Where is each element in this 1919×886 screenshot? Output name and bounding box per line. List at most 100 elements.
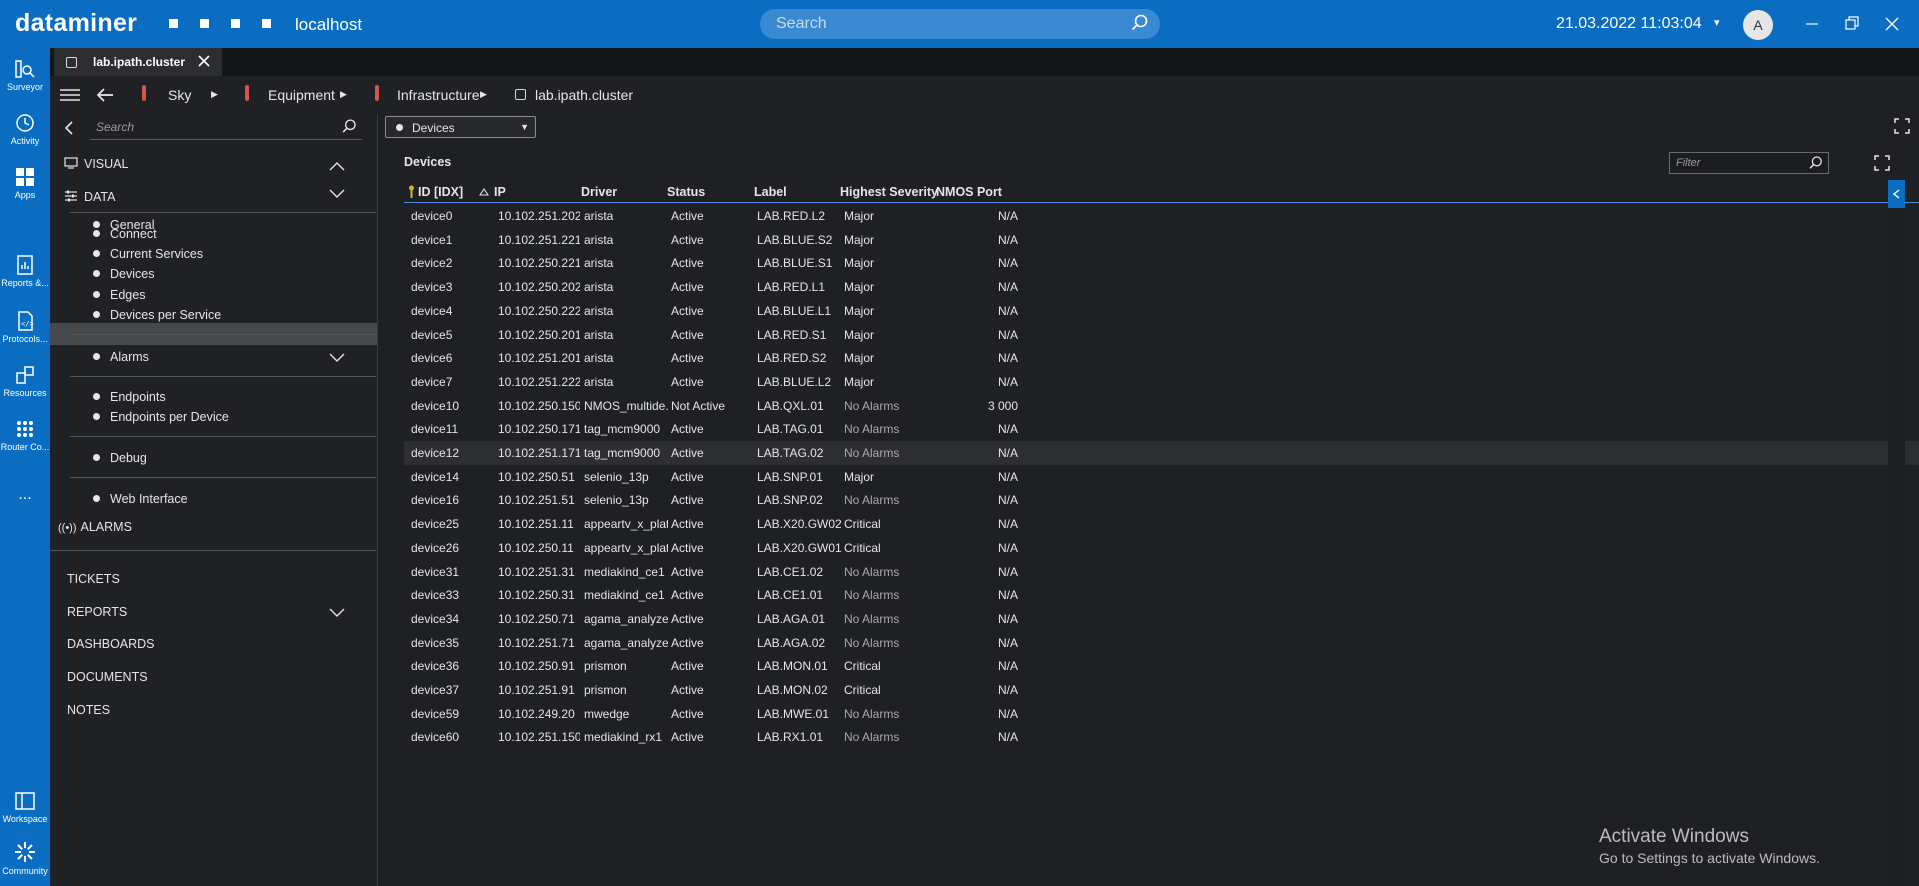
tab-lab-ipath-cluster[interactable]: lab.ipath.cluster bbox=[54, 48, 222, 76]
close-icon[interactable] bbox=[197, 54, 211, 68]
column-header-driver[interactable]: Driver bbox=[581, 185, 617, 199]
cell-ip: 10.102.251.150 bbox=[498, 730, 580, 745]
side-item-devices-per-service[interactable]: Devices per Service bbox=[93, 308, 221, 322]
side-section-dashboards[interactable]: DASHBOARDS bbox=[67, 637, 155, 651]
restore-icon[interactable] bbox=[1842, 14, 1862, 34]
close-icon[interactable] bbox=[1882, 14, 1902, 34]
table-row[interactable]: device34 10.102.250.71 agama_analyzer Activ… bbox=[404, 607, 1919, 631]
side-item-devices[interactable]: Devices bbox=[93, 267, 154, 281]
cell-id: device3 bbox=[411, 280, 453, 295]
sort-ascending-icon[interactable] bbox=[479, 188, 489, 196]
chevron-down-icon[interactable] bbox=[329, 608, 345, 618]
table-row[interactable]: device6 10.102.251.201 arista Active LAB.RED… bbox=[404, 346, 1919, 370]
table-row[interactable]: device11 10.102.250.171 tag_mcm9000 Active L… bbox=[404, 417, 1919, 441]
nav-square-icon[interactable] bbox=[169, 19, 178, 28]
hamburger-menu-icon[interactable] bbox=[60, 88, 80, 102]
breadcrumb: Sky ▶ Equipment ▶ Infrastructure ▶ lab.i… bbox=[50, 76, 1919, 114]
table-row[interactable]: device59 10.102.249.20 mwedge Active LAB.MWE… bbox=[404, 702, 1919, 726]
table-row[interactable]: device16 10.102.251.51 selenio_13p Active LA… bbox=[404, 488, 1919, 512]
rail-item-apps[interactable]: Apps bbox=[0, 166, 50, 200]
avatar[interactable]: A bbox=[1743, 10, 1773, 40]
table-row[interactable]: device36 10.102.250.91 prismon Active LAB.MO… bbox=[404, 654, 1919, 678]
search-icon[interactable] bbox=[341, 118, 358, 135]
rail-item-router-control[interactable]: Router Co... bbox=[0, 418, 50, 452]
side-item-connect[interactable]: Connect bbox=[93, 227, 157, 241]
column-header-highest-severity[interactable]: Highest Severity bbox=[840, 185, 938, 199]
rail-item-more[interactable]: ... bbox=[0, 484, 50, 504]
back-arrow-icon[interactable] bbox=[96, 87, 114, 103]
rail-item-reports[interactable]: Reports &... bbox=[0, 254, 50, 288]
side-item-endpoints[interactable]: Endpoints bbox=[93, 390, 166, 404]
column-header-ip[interactable]: IP bbox=[494, 185, 506, 199]
table-row[interactable]: device12 10.102.251.171 tag_mcm9000 Active L… bbox=[404, 441, 1919, 465]
side-panel: Search VISUAL DATA General Connect Curre… bbox=[50, 114, 378, 886]
search-icon[interactable] bbox=[1130, 13, 1150, 33]
table-row[interactable]: device2 10.102.250.221 arista Active LAB.BLU… bbox=[404, 251, 1919, 275]
nav-square-icon[interactable] bbox=[262, 19, 271, 28]
side-section-data[interactable]: DATA bbox=[64, 190, 115, 204]
breadcrumb-item-infrastructure[interactable]: Infrastructure bbox=[397, 87, 479, 103]
view-select-dropdown[interactable]: Devices ▼ bbox=[385, 116, 536, 138]
minimize-icon[interactable] bbox=[1802, 14, 1822, 34]
column-header-id[interactable]: ID [IDX] bbox=[418, 185, 463, 199]
column-header-nmos-port[interactable]: NMOS Port bbox=[936, 185, 1002, 199]
side-search-input[interactable]: Search bbox=[90, 114, 362, 140]
table-row[interactable]: device35 10.102.251.71 agama_analyzer Activ… bbox=[404, 631, 1919, 655]
search-icon[interactable] bbox=[1808, 155, 1824, 171]
filter-input[interactable]: Filter bbox=[1669, 152, 1829, 174]
rail-item-activity[interactable]: Activity bbox=[0, 112, 50, 146]
table-row[interactable]: device26 10.102.250.11 appeartv_x_plat...A… bbox=[404, 536, 1919, 560]
nav-square-icon[interactable] bbox=[231, 19, 240, 28]
side-section-reports[interactable]: REPORTS bbox=[67, 605, 127, 619]
fullscreen-icon[interactable] bbox=[1894, 118, 1910, 134]
fullscreen-icon[interactable] bbox=[1874, 155, 1890, 171]
rail-item-surveyor[interactable]: Surveyor bbox=[0, 58, 50, 92]
side-section-alarms[interactable]: ((•)) ALARMS bbox=[58, 520, 132, 534]
side-item-endpoints-per-device[interactable]: Endpoints per Device bbox=[93, 410, 229, 424]
column-header-status[interactable]: Status bbox=[667, 185, 705, 199]
table-row[interactable]: device60 10.102.251.150 mediakind_rx1 Activ… bbox=[404, 725, 1919, 749]
side-item-web-interface[interactable]: Web Interface bbox=[93, 492, 188, 506]
side-item-current-services[interactable]: Current Services bbox=[93, 247, 203, 261]
expand-right-panel-button[interactable] bbox=[1888, 180, 1905, 208]
breadcrumb-item-equipment[interactable]: Equipment bbox=[268, 87, 335, 103]
table-row[interactable]: device3 10.102.250.202 arista Active LAB.RED… bbox=[404, 275, 1919, 299]
table-row[interactable]: device4 10.102.250.222 arista Active LAB.BLU… bbox=[404, 299, 1919, 323]
side-section-visual[interactable]: VISUAL bbox=[64, 157, 128, 171]
cell-label: LAB.CE1.01 bbox=[757, 588, 824, 603]
nav-square-icon[interactable] bbox=[200, 19, 209, 28]
rail-item-community[interactable]: Community bbox=[0, 840, 50, 876]
global-search[interactable]: Search bbox=[760, 9, 1160, 39]
side-section-documents[interactable]: DOCUMENTS bbox=[67, 670, 148, 684]
table-row[interactable]: device5 10.102.250.201 arista Active LAB.RED… bbox=[404, 323, 1919, 347]
breadcrumb-item-current[interactable]: lab.ipath.cluster bbox=[535, 87, 633, 103]
table-row[interactable]: device1 10.102.251.221 arista Active LAB.BLU… bbox=[404, 228, 1919, 252]
table-row[interactable]: device0 10.102.251.202 arista Active LAB.RED… bbox=[404, 204, 1919, 228]
chevron-down-icon[interactable] bbox=[329, 353, 345, 363]
side-group-alarms[interactable]: Alarms bbox=[93, 350, 149, 364]
column-header-label[interactable]: Label bbox=[754, 185, 787, 199]
chevron-down-icon[interactable]: ▾ bbox=[1714, 16, 1720, 29]
side-item-edges[interactable]: Edges bbox=[93, 288, 145, 302]
side-item-debug[interactable]: Debug bbox=[93, 451, 147, 465]
chevron-up-icon[interactable] bbox=[329, 161, 345, 171]
table-row[interactable]: device33 10.102.250.31 mediakind_ce1 Active… bbox=[404, 583, 1919, 607]
side-section-notes[interactable]: NOTES bbox=[67, 703, 110, 717]
table-row[interactable]: device37 10.102.251.91 prismon Active LAB.MO… bbox=[404, 678, 1919, 702]
reports-icon bbox=[17, 255, 33, 275]
rail-item-protocols[interactable]: </> Protocols... bbox=[0, 310, 50, 344]
table-row[interactable]: device14 10.102.250.51 selenio_13p Active LA… bbox=[404, 465, 1919, 489]
rail-item-workspace[interactable]: Workspace bbox=[0, 790, 50, 824]
table-row[interactable]: device25 10.102.251.11 appeartv_x_plat...A… bbox=[404, 512, 1919, 536]
collapse-left-icon[interactable] bbox=[64, 121, 74, 135]
table-row[interactable]: device7 10.102.251.222 arista Active LAB.BLU… bbox=[404, 370, 1919, 394]
breadcrumb-item-sky[interactable]: Sky bbox=[168, 87, 191, 103]
table-row[interactable]: device31 10.102.251.31 mediakind_ce1 Active… bbox=[404, 560, 1919, 584]
brand-logo[interactable]: dataminer bbox=[15, 9, 137, 38]
table-row[interactable]: device10 10.102.250.150 NMOS_multide... Not… bbox=[404, 394, 1919, 418]
rail-item-resources[interactable]: Resources bbox=[0, 364, 50, 398]
activity-icon bbox=[16, 114, 34, 132]
side-section-tickets[interactable]: TICKETS bbox=[67, 572, 120, 586]
chevron-down-icon[interactable] bbox=[329, 189, 345, 199]
cell-id: device34 bbox=[411, 611, 460, 626]
